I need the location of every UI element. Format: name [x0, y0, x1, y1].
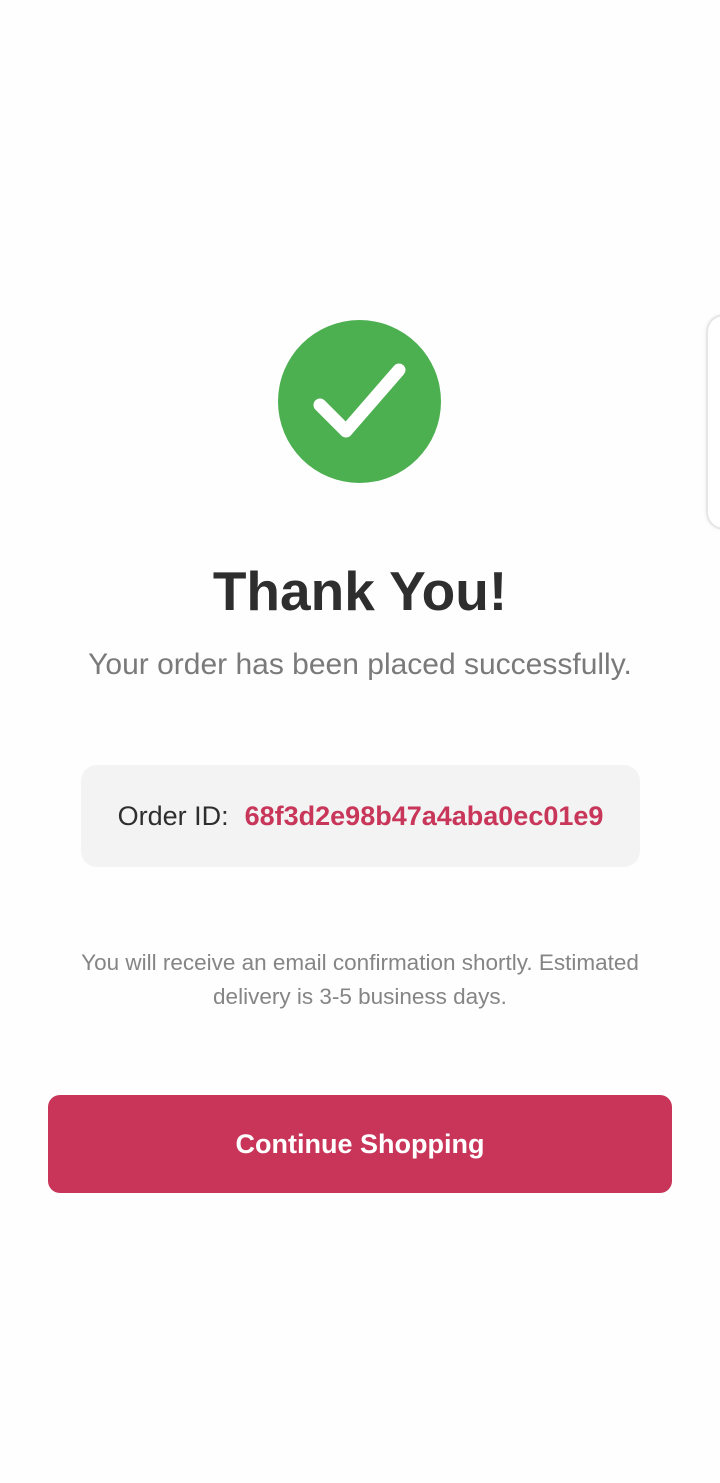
order-confirmation-screen: Thank You! Your order has been placed su…	[0, 0, 720, 1483]
order-id-value: 68f3d2e98b47a4aba0ec01e9	[244, 800, 604, 831]
edge-panel-handle[interactable]	[706, 314, 720, 530]
success-checkmark-icon	[278, 320, 441, 483]
success-message: Your order has been placed successfully.	[88, 648, 632, 681]
page-title: Thank You!	[212, 560, 508, 622]
checkmark-icon	[313, 363, 406, 438]
delivery-note: You will receive an email confirmation s…	[81, 950, 639, 1009]
continue-shopping-button[interactable]: Continue Shopping	[48, 1095, 672, 1193]
order-id-label: Order ID:	[117, 800, 229, 831]
order-id-box: Order ID: 68f3d2e98b47a4aba0ec01e9	[81, 765, 640, 867]
